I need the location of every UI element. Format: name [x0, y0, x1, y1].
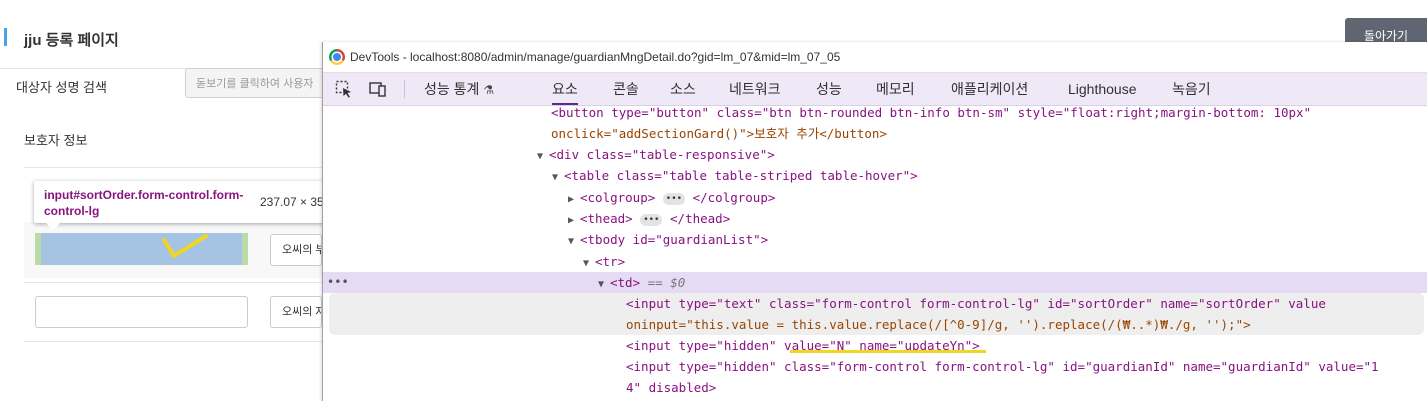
- inspect-element-icon[interactable]: [335, 80, 353, 98]
- dom-line[interactable]: <input type="hidden" class="form-control…: [626, 356, 1379, 377]
- dom-line[interactable]: <button type="button" class="btn btn-rou…: [551, 102, 1311, 123]
- tab-recorder[interactable]: 녹음기: [1172, 73, 1211, 105]
- dom-line[interactable]: ▼ <tr>: [583, 251, 625, 272]
- dom-line[interactable]: oninput="this.value = this.value.replace…: [626, 314, 1251, 335]
- ellipsis-icon[interactable]: •••: [640, 213, 663, 226]
- row-divider: [24, 341, 324, 342]
- title-accent-bar: [4, 28, 7, 46]
- dom-line[interactable]: <input type="text" class="form-control f…: [626, 293, 1326, 314]
- search-label: 대상자 성명 검색: [16, 80, 107, 95]
- dom-line[interactable]: onclick="addSectionGard()">보호자 추가</butto…: [551, 123, 887, 144]
- tab-elements[interactable]: 요소: [552, 73, 578, 105]
- ellipsis-icon[interactable]: •••: [662, 192, 686, 205]
- underline-annotation: [790, 350, 986, 353]
- page-title: jju 등록 페이지: [24, 32, 119, 49]
- collapsed-triangle-icon[interactable]: ▶: [568, 189, 580, 210]
- dom-text: </thead>: [670, 211, 731, 226]
- tab-performance[interactable]: 성능: [816, 73, 842, 105]
- collapsed-triangle-icon[interactable]: ▶: [568, 210, 580, 231]
- device-toolbar-icon[interactable]: [369, 80, 387, 98]
- dom-text: <input type="text" class="form-control f…: [626, 296, 1326, 311]
- chrome-icon: [329, 49, 345, 65]
- expand-triangle-icon[interactable]: ▼: [583, 253, 595, 274]
- dom-line[interactable]: ▼ <table class="table table-striped table…: [552, 165, 918, 186]
- sort-order-input[interactable]: [35, 296, 248, 328]
- dom-text: </colgroup>: [692, 190, 776, 205]
- elements-tree: ••• <button type="button" class="btn btn…: [323, 105, 1427, 401]
- tab-performance-insights[interactable]: 성능 통계 ⚗: [424, 73, 494, 105]
- tooltip-size: 237.07 × 35: [260, 195, 324, 209]
- dom-line[interactable]: ▼ <tbody id="guardianList">: [568, 229, 768, 250]
- tooltip-arrow: [46, 223, 60, 230]
- tab-application[interactable]: 애플리케이션: [951, 73, 1028, 105]
- expand-triangle-icon[interactable]: ▼: [568, 231, 580, 252]
- dom-text: oninput="this.value = this.value.replace…: [626, 317, 1251, 332]
- toolbar-separator: [404, 80, 405, 98]
- expand-triangle-icon[interactable]: ▼: [537, 146, 549, 167]
- tab-sources[interactable]: 소스: [670, 73, 696, 105]
- flask-icon: ⚗: [483, 83, 495, 97]
- dom-line[interactable]: ▶ <thead> ••• </thead>: [568, 208, 730, 229]
- guardian-select-button[interactable]: 오씨의 부: [270, 234, 322, 266]
- guardian-select-button[interactable]: 오씨의 자: [270, 296, 322, 328]
- dom-text: <tbody id="guardianList">: [580, 232, 769, 247]
- dom-line[interactable]: 4" disabled>: [626, 377, 716, 398]
- search-input[interactable]: 돋보기를 클릭하여 사용자: [185, 68, 345, 98]
- more-options-icon[interactable]: •••: [327, 272, 349, 293]
- dom-line[interactable]: ▼ <div class="table-responsive">: [537, 144, 775, 165]
- dom-text: <thead>: [580, 211, 633, 226]
- devtools-window: DevTools - localhost:8080/admin/manage/g…: [322, 42, 1427, 401]
- row-divider: [24, 282, 324, 283]
- dom-text: <input type="hidden" class="form-control…: [626, 359, 1379, 374]
- dom-text: <table class="table table-striped table-…: [564, 168, 918, 183]
- expand-triangle-icon[interactable]: ▼: [598, 274, 610, 295]
- dom-text: 4" disabled>: [626, 380, 717, 395]
- tab-label: 성능 통계: [424, 81, 480, 97]
- dom-text: <button type="button" class="btn btn-rou…: [551, 105, 1312, 120]
- dom-line[interactable]: ▶ <colgroup> ••• </colgroup>: [568, 187, 775, 208]
- tab-console[interactable]: 콘솔: [613, 73, 639, 105]
- section-divider: [24, 167, 324, 168]
- dom-text: <tr>: [595, 254, 626, 269]
- dom-text: <td>: [610, 275, 641, 290]
- tab-memory[interactable]: 메모리: [876, 73, 915, 105]
- dom-line-selected[interactable]: ▼ <td> == $0: [598, 272, 685, 293]
- dom-text: <colgroup>: [580, 190, 656, 205]
- checkmark-annotation-icon: [162, 234, 208, 258]
- devtools-titlebar: DevTools - localhost:8080/admin/manage/g…: [323, 42, 1427, 73]
- dom-text: == $0: [647, 275, 686, 290]
- devtools-title: DevTools - localhost:8080/admin/manage/g…: [350, 50, 841, 64]
- tab-lighthouse[interactable]: Lighthouse: [1068, 73, 1137, 105]
- selected-node-highlight: [323, 272, 1427, 293]
- dom-text: onclick="addSectionGard()">보호자 추가</butto…: [551, 126, 887, 141]
- tab-network[interactable]: 네트워크: [729, 73, 781, 105]
- dom-text: <div class="table-responsive">: [549, 147, 775, 162]
- expand-triangle-icon[interactable]: ▼: [552, 167, 564, 188]
- guardian-section-title: 보호자 정보: [24, 133, 88, 148]
- sort-order-input[interactable]: [35, 233, 248, 265]
- tooltip-selector: input#sortOrder.form-control.form-contro…: [44, 188, 244, 218]
- inspector-tooltip: input#sortOrder.form-control.form-contro…: [34, 181, 360, 223]
